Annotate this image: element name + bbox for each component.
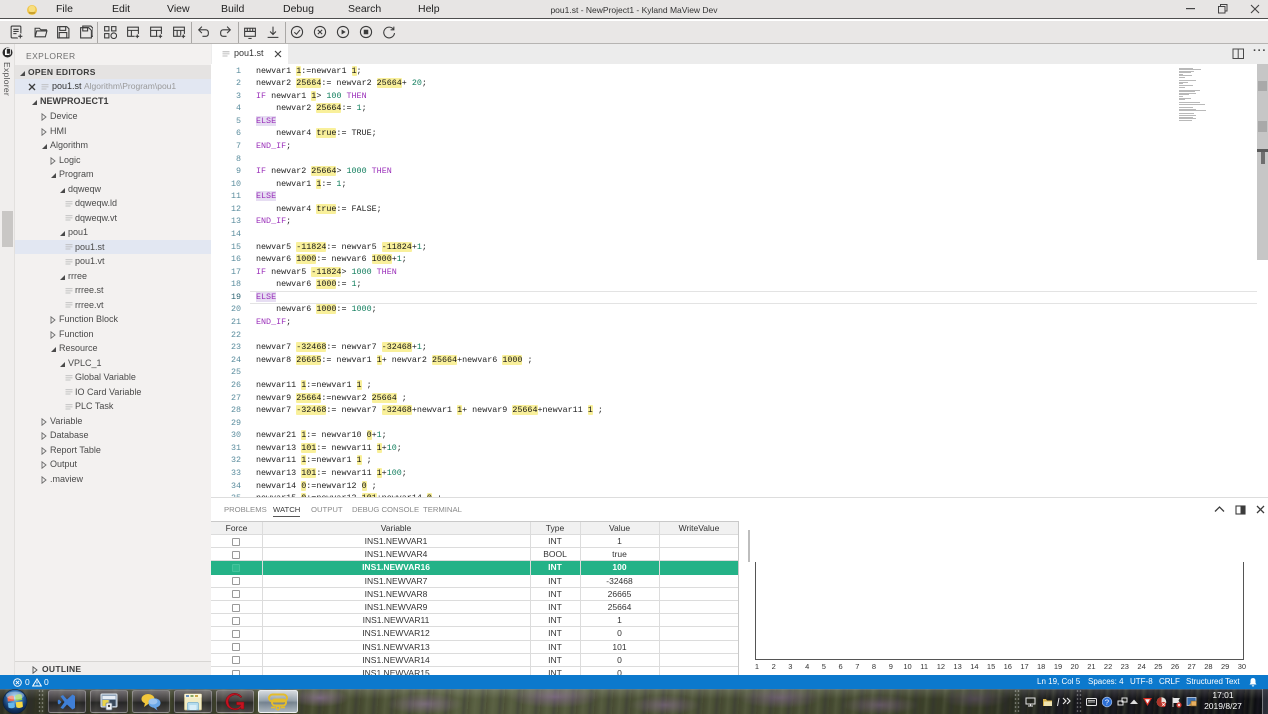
svg-text:?: ?: [1105, 697, 1109, 706]
